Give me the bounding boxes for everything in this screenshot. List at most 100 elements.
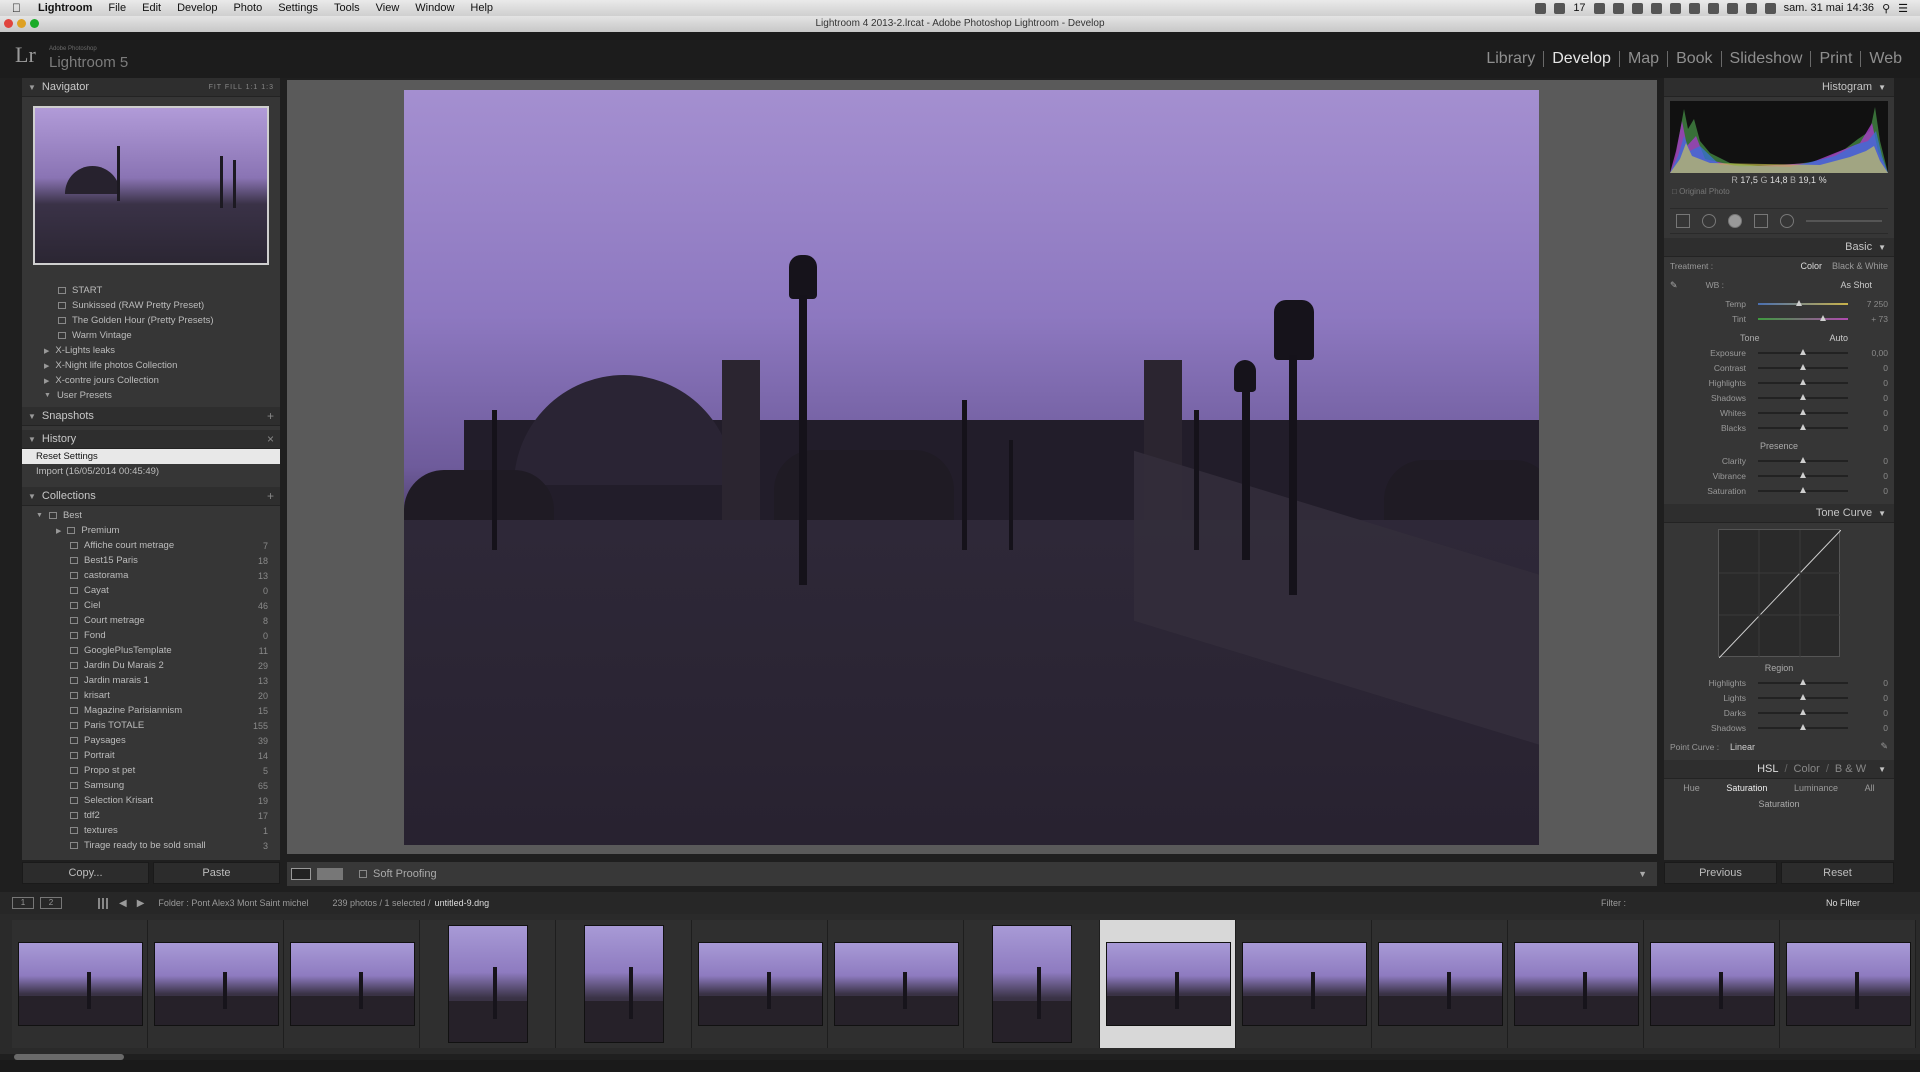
slider-track[interactable] (1758, 363, 1848, 370)
filmstrip-thumbnail[interactable] (1508, 920, 1644, 1048)
collection-item[interactable]: castorama 13 (22, 568, 280, 583)
filmstrip-thumbnail[interactable] (1644, 920, 1780, 1048)
slider-knob[interactable] (1800, 708, 1806, 715)
slider-knob[interactable] (1800, 408, 1806, 415)
collection-item[interactable]: Paris TOTALE 155 (22, 718, 280, 733)
slider-track[interactable] (1758, 723, 1848, 730)
add-snapshot-icon[interactable]: + (267, 409, 274, 423)
original-photo-checkbox[interactable]: □ Original Photo (1664, 187, 1894, 196)
status-icon[interactable] (1707, 2, 1719, 14)
status-icon[interactable] (1593, 2, 1605, 14)
collection-item[interactable]: Ciel 46 (22, 598, 280, 613)
collapse-triangle-icon[interactable]: ▼ (28, 83, 36, 92)
tone-curve-graph[interactable] (1718, 529, 1842, 659)
slider-track[interactable] (1758, 693, 1848, 700)
collapse-triangle-icon[interactable]: ▼ (1878, 243, 1886, 252)
slider-track[interactable] (1758, 348, 1848, 355)
collapse-triangle-icon[interactable]: ▼ (1878, 83, 1886, 92)
slider-value[interactable]: + 73 (1852, 314, 1888, 324)
module-map[interactable]: Map (1620, 51, 1669, 67)
collapse-triangle-icon[interactable]: ▼ (28, 435, 36, 444)
collapse-triangle-icon[interactable]: ▼ (1878, 509, 1886, 518)
module-slideshow[interactable]: Slideshow (1722, 51, 1812, 67)
collection-item[interactable]: Jardin marais 1 13 (22, 673, 280, 688)
search-icon[interactable]: ⚲ (1882, 2, 1890, 15)
slider-track[interactable] (1758, 708, 1848, 715)
filmstrip-thumbnail[interactable] (964, 920, 1100, 1048)
slider-value[interactable]: 0 (1852, 693, 1888, 703)
module-web[interactable]: Web (1861, 51, 1910, 67)
crop-icon[interactable] (1676, 214, 1690, 228)
expand-triangle-icon[interactable]: ▼ (36, 512, 43, 519)
slider-knob[interactable] (1800, 471, 1806, 478)
slider-track[interactable] (1758, 678, 1848, 685)
previous-button[interactable]: Previous (1664, 862, 1777, 884)
curve-edit-icon[interactable]: ✎ (1880, 741, 1888, 752)
slider-track[interactable] (1758, 314, 1848, 321)
collection-item[interactable]: Paysages 39 (22, 733, 280, 748)
slider-knob[interactable] (1819, 314, 1826, 321)
filmstrip-thumbnail[interactable] (12, 920, 148, 1048)
collection-item[interactable]: tdf2 17 (22, 808, 280, 823)
soft-proofing-checkbox[interactable] (359, 870, 367, 878)
slider-value[interactable]: 7 250 (1852, 299, 1888, 309)
histogram-header[interactable]: Histogram ▼ (1664, 78, 1894, 97)
before-after-icon[interactable] (317, 868, 343, 880)
red-eye-icon[interactable] (1728, 214, 1742, 228)
slider-value[interactable]: 0 (1852, 486, 1888, 496)
slider-value[interactable]: 0 (1852, 456, 1888, 466)
filmstrip-thumbnail[interactable] (828, 920, 964, 1048)
status-icon[interactable] (1612, 2, 1624, 14)
menu-file[interactable]: File (100, 2, 134, 14)
close-icon[interactable] (4, 19, 13, 28)
collection-item[interactable]: GooglePlusTemplate 11 (22, 643, 280, 658)
collapse-triangle-icon[interactable]: ▼ (28, 412, 36, 421)
slider-knob[interactable] (1800, 393, 1806, 400)
status-icon[interactable] (1650, 2, 1662, 14)
slider-value[interactable]: 0 (1852, 393, 1888, 403)
grid-view-icon[interactable] (98, 897, 109, 909)
filmstrip-thumbnail[interactable] (1372, 920, 1508, 1048)
auto-tone-button[interactable]: Auto (1829, 333, 1848, 343)
slider-value[interactable]: 0 (1852, 471, 1888, 481)
expand-triangle-icon[interactable]: ▶ (56, 527, 61, 535)
point-curve-select[interactable]: Linear (1730, 742, 1755, 752)
slider-knob[interactable] (1800, 363, 1806, 370)
slider-knob[interactable] (1800, 348, 1806, 355)
slider-knob[interactable] (1800, 678, 1806, 685)
slider-value[interactable]: 0 (1852, 363, 1888, 373)
slider-knob[interactable] (1800, 486, 1806, 493)
menu-window[interactable]: Window (407, 2, 462, 14)
menu-settings[interactable]: Settings (270, 2, 326, 14)
history-item[interactable]: Import (16/05/2014 00:45:49) (22, 464, 280, 479)
main-window-button[interactable]: 1 (12, 897, 34, 909)
preset-item[interactable]: ▶ X-contre jours Collection (22, 373, 280, 388)
preset-item[interactable]: The Golden Hour (Pretty Presets) (22, 313, 280, 328)
preset-item[interactable]: Sunkissed (RAW Pretty Preset) (22, 298, 280, 313)
filmstrip-thumbnail[interactable] (556, 920, 692, 1048)
treatment-color[interactable]: Color (1800, 261, 1822, 271)
slider-knob[interactable] (1800, 693, 1806, 700)
slider-track[interactable] (1758, 378, 1848, 385)
collection-item[interactable]: Jardin Du Marais 2 29 (22, 658, 280, 673)
module-develop[interactable]: Develop (1544, 51, 1620, 67)
adjustment-brush-slider[interactable] (1806, 220, 1882, 222)
collection-item[interactable]: Propo st pet 5 (22, 763, 280, 778)
menu-photo[interactable]: Photo (225, 2, 270, 14)
slider-value[interactable]: 0 (1852, 678, 1888, 688)
bottom-panel-toggle[interactable] (0, 1060, 1920, 1072)
toolbar-menu-icon[interactable]: ▼ (1638, 869, 1647, 879)
collection-item[interactable]: textures 1 (22, 823, 280, 838)
slider-value[interactable]: 0 (1852, 378, 1888, 388)
collection-item[interactable]: Magazine Parisiannism 15 (22, 703, 280, 718)
status-icon[interactable] (1535, 2, 1547, 14)
slider-knob[interactable] (1796, 299, 1803, 306)
navigator-preview[interactable] (33, 106, 269, 265)
slider-knob[interactable] (1800, 378, 1806, 385)
menu-app[interactable]: Lightroom (28, 2, 100, 14)
filmstrip-thumbnail[interactable] (1236, 920, 1372, 1048)
second-window-button[interactable]: 2 (40, 897, 62, 909)
graduated-filter-icon[interactable] (1754, 214, 1768, 228)
collection-item[interactable]: Samsung 65 (22, 778, 280, 793)
add-collection-icon[interactable]: + (267, 489, 274, 503)
